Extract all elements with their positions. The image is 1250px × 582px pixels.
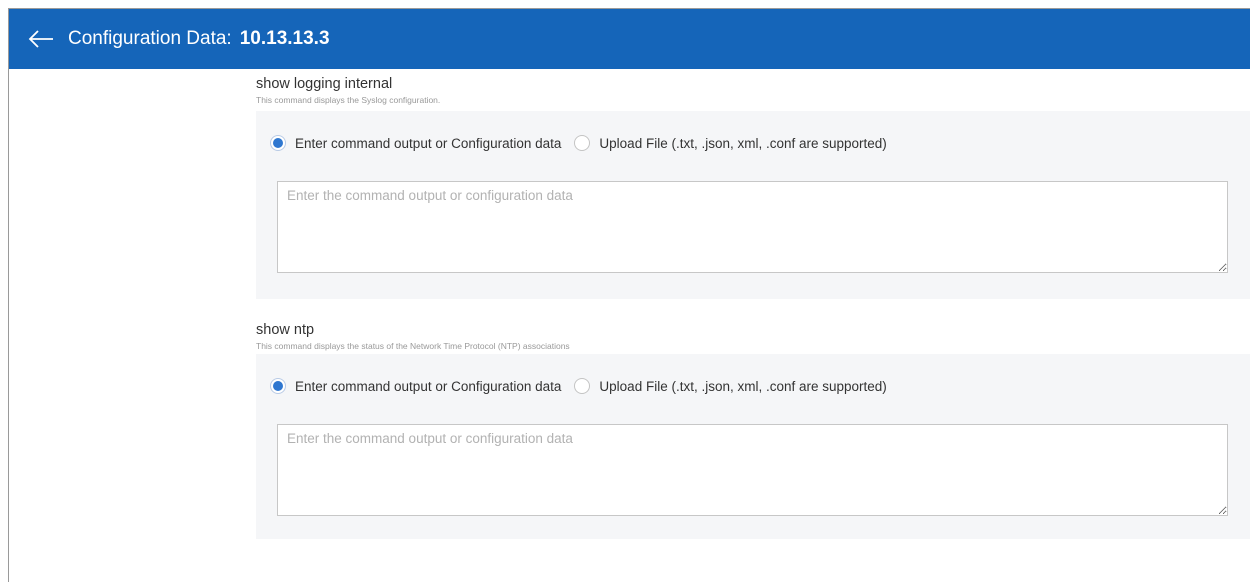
radio-upload-file[interactable] — [574, 135, 591, 151]
option-upload-file-label: Upload File (.txt, .json, xml, .conf are… — [599, 135, 887, 151]
back-button[interactable] — [26, 24, 56, 54]
input-mode-group: Enter command output or Configuration da… — [270, 378, 887, 394]
option-upload-file[interactable]: Upload File (.txt, .json, xml, .conf are… — [574, 378, 887, 394]
page-frame: Configuration Data: 10.13.13.3 show logg… — [8, 8, 1250, 582]
arrow-left-icon — [28, 30, 53, 48]
page-header: Configuration Data: 10.13.13.3 — [9, 9, 1250, 69]
radio-enter-text[interactable] — [270, 378, 286, 394]
option-enter-text-label: Enter command output or Configuration da… — [295, 135, 562, 151]
page-title: Configuration Data: — [68, 28, 232, 49]
command-section: show ntp This command displays the statu… — [256, 322, 1250, 539]
option-upload-file-label: Upload File (.txt, .json, xml, .conf are… — [599, 378, 887, 394]
command-output-textarea[interactable] — [277, 424, 1228, 516]
option-enter-text-label: Enter command output or Configuration da… — [295, 378, 562, 394]
command-input-panel: Enter command output or Configuration da… — [256, 111, 1250, 299]
command-title: show logging internal — [256, 76, 393, 92]
command-description: This command displays the Syslog configu… — [256, 95, 441, 105]
input-mode-group: Enter command output or Configuration da… — [270, 135, 887, 151]
option-upload-file[interactable]: Upload File (.txt, .json, xml, .conf are… — [574, 135, 887, 151]
command-input-panel: Enter command output or Configuration da… — [256, 354, 1250, 539]
command-section: show logging internal This command displ… — [256, 76, 1250, 299]
radio-upload-file[interactable] — [574, 378, 591, 394]
command-description: This command displays the status of the … — [256, 341, 570, 351]
option-enter-text[interactable]: Enter command output or Configuration da… — [270, 378, 561, 394]
radio-enter-text[interactable] — [270, 135, 286, 151]
option-enter-text[interactable]: Enter command output or Configuration da… — [270, 135, 561, 151]
command-output-textarea[interactable] — [277, 181, 1228, 273]
command-title: show ntp — [256, 322, 315, 338]
device-ip: 10.13.13.3 — [239, 28, 330, 49]
